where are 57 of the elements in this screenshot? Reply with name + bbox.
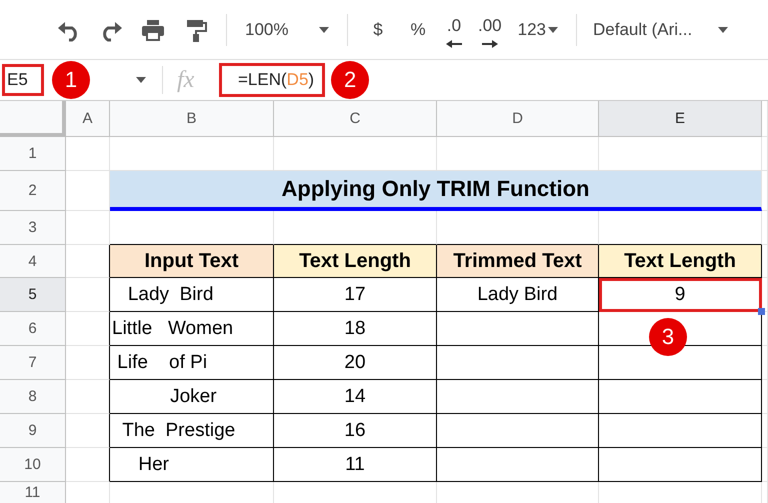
- right-arrow-icon: [482, 40, 498, 48]
- row-header[interactable]: 8: [0, 380, 66, 414]
- table-cell: 18: [274, 312, 437, 346]
- row-header[interactable]: 1: [0, 137, 66, 171]
- table-cell: 20: [274, 346, 437, 380]
- number-format-dropdown[interactable]: 123: [510, 12, 566, 46]
- row-header[interactable]: 5: [0, 278, 66, 312]
- header-cell: Input Text: [110, 245, 274, 278]
- currency-button[interactable]: $: [358, 12, 398, 46]
- caret-icon[interactable]: [136, 77, 146, 83]
- table-cell: 11: [274, 448, 437, 482]
- caret-icon[interactable]: [548, 26, 558, 32]
- callout-marker: 1: [52, 61, 90, 99]
- table-cell: 17: [274, 278, 437, 312]
- title-cell: Applying Only TRIM Function: [110, 171, 762, 211]
- table-cell: 14: [274, 380, 437, 414]
- row-header[interactable]: 3: [0, 211, 66, 245]
- table-cell: Life of Pi: [110, 346, 274, 380]
- table-cell: 9: [599, 278, 762, 312]
- left-arrow-icon: [446, 40, 462, 48]
- column-header[interactable]: D: [437, 101, 599, 137]
- row-header[interactable]: 4: [0, 245, 66, 278]
- percent-button[interactable]: %: [398, 12, 438, 46]
- table-cell: Joker: [110, 380, 274, 414]
- header-cell: Text Length: [274, 245, 437, 278]
- header-cell: Trimmed Text: [437, 245, 599, 278]
- printer-icon: [140, 18, 166, 42]
- font-dropdown[interactable]: Default (Ari...: [587, 12, 736, 46]
- table-cell: Lady Bird: [437, 278, 599, 312]
- column-header[interactable]: A: [66, 101, 110, 137]
- select-all-corner: [0, 101, 66, 137]
- row-header[interactable]: 7: [0, 346, 66, 380]
- table-cell: Lady Bird: [110, 278, 274, 312]
- zoom-dropdown[interactable]: 100%: [237, 12, 337, 46]
- row-header[interactable]: 10: [0, 448, 66, 482]
- increase-decimals-button[interactable]: .00: [470, 10, 510, 50]
- callout-marker: 2: [331, 61, 370, 99]
- table-cell: 16: [274, 414, 437, 448]
- function-label: fx: [177, 66, 196, 94]
- header-cell: Text Length: [599, 245, 762, 278]
- column-header[interactable]: B: [110, 101, 274, 137]
- row-header[interactable]: 2: [0, 171, 66, 211]
- table-cell: The Prestige: [110, 414, 274, 448]
- caret-icon[interactable]: [718, 26, 728, 32]
- column-header[interactable]: E: [599, 101, 762, 137]
- row-header[interactable]: 9: [0, 414, 66, 448]
- row-header[interactable]: 6: [0, 312, 66, 346]
- decrease-decimals-button[interactable]: .0: [438, 10, 470, 50]
- formula-input[interactable]: =LEN(D5): [219, 63, 326, 97]
- row-header[interactable]: 11: [0, 482, 66, 503]
- caret-icon[interactable]: [319, 26, 329, 32]
- column-header[interactable]: C: [274, 101, 437, 137]
- table-cell: Little Women: [110, 312, 274, 346]
- fill-handle[interactable]: [758, 308, 765, 315]
- callout-marker: 3: [649, 318, 687, 356]
- name-box[interactable]: E5: [2, 64, 44, 96]
- table-cell: Her: [110, 448, 274, 482]
